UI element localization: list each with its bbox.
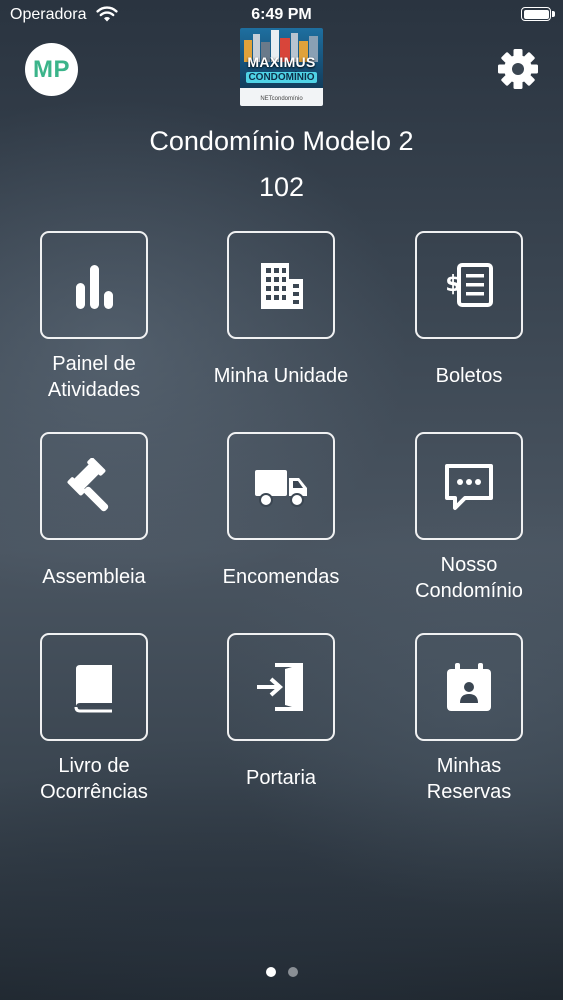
condominium-name: Condomínio Modelo 2	[149, 126, 414, 156]
battery-icon	[521, 7, 555, 21]
tile-livro-de-ocorrencias[interactable]: Livro de Ocorrências	[14, 633, 174, 833]
status-time: 6:49 PM	[251, 6, 312, 23]
tile-label: Painel de Atividades	[47, 353, 141, 401]
tile-nosso-condominio[interactable]: Nosso Condomínio	[389, 432, 549, 632]
tile-icon-box[interactable]	[40, 231, 148, 339]
svg-text:$: $	[445, 272, 460, 297]
tile-painel-de-atividades[interactable]: Painel de Atividades	[14, 231, 174, 431]
tile-icon-box[interactable]	[227, 633, 335, 741]
gavel-icon	[67, 458, 109, 512]
tile-minha-unidade[interactable]: Minha Unidade	[201, 231, 361, 431]
tile-minhas-reservas[interactable]: Minhas Reservas	[389, 633, 549, 833]
logo-subtitle: CONDOMÍNIO	[246, 72, 317, 83]
book-icon	[74, 665, 112, 713]
app-logo: MAXIMUS CONDOMÍNIO NETcondomínio	[240, 28, 323, 106]
tile-label: Minhas Reservas	[426, 755, 512, 803]
building-icon	[261, 263, 303, 309]
page-dot-2[interactable]	[287, 967, 298, 977]
unit-number: 102	[258, 172, 305, 202]
tile-label: Assembleia	[42, 566, 146, 588]
tile-label: Minha Unidade	[213, 365, 349, 387]
tile-label: Livro de Ocorrências	[40, 755, 148, 803]
tile-icon-box[interactable]	[227, 231, 335, 339]
tile-icon-box[interactable]	[415, 432, 523, 540]
tile-label: Boletos	[435, 365, 503, 387]
invoice-icon: $	[445, 263, 493, 307]
gear-icon[interactable]	[497, 48, 539, 90]
bar-chart-icon	[76, 265, 113, 309]
page-indicator[interactable]	[0, 967, 563, 977]
logo-footer: NETcondomínio	[240, 88, 323, 106]
door-enter-icon	[257, 663, 303, 711]
tile-icon-box[interactable]	[415, 633, 523, 741]
tile-label: Encomendas	[222, 566, 340, 588]
chat-icon	[445, 464, 493, 510]
logo-title: MAXIMUS	[247, 54, 316, 70]
tile-label: Portaria	[245, 767, 317, 789]
page-dot-1[interactable]	[265, 967, 276, 977]
status-bar: Operadora 6:49 PM	[0, 0, 563, 30]
tile-portaria[interactable]: Portaria	[201, 633, 361, 833]
tile-label: Nosso Condomínio	[415, 554, 523, 602]
tile-icon-box[interactable]	[40, 633, 148, 741]
tile-icon-box[interactable]: $	[415, 231, 523, 339]
calendar-person-icon	[447, 663, 491, 711]
tile-assembleia[interactable]: Assembleia	[14, 432, 174, 632]
avatar[interactable]: MP	[25, 43, 78, 96]
tile-icon-box[interactable]	[227, 432, 335, 540]
tile-encomendas[interactable]: Encomendas	[201, 432, 361, 632]
truck-icon	[255, 470, 307, 507]
tile-icon-box[interactable]	[40, 432, 148, 540]
tile-boletos[interactable]: $ Boletos	[389, 231, 549, 431]
